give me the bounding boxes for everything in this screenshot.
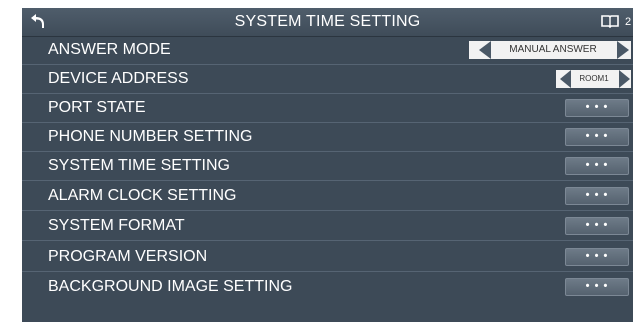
header-bar: SYSTEM TIME SETTING 2 bbox=[22, 8, 633, 37]
row-program-version[interactable]: PROGRAM VERSION • • • bbox=[22, 243, 633, 272]
row-alarm-clock-setting[interactable]: ALARM CLOCK SETTING • • • bbox=[22, 182, 633, 211]
row-label: PORT STATE bbox=[48, 99, 146, 116]
row-label: ANSWER MODE bbox=[48, 41, 171, 58]
row-device-address: DEVICE ADDRESS ROOM1 bbox=[22, 65, 633, 94]
device-address-selector: ROOM1 bbox=[556, 70, 631, 88]
row-label: DEVICE ADDRESS bbox=[48, 70, 189, 87]
page-title: SYSTEM TIME SETTING bbox=[234, 13, 421, 30]
row-label: BACKGROUND IMAGE SETTING bbox=[48, 278, 293, 295]
triangle-left-icon[interactable] bbox=[560, 70, 571, 88]
row-phone-number-setting[interactable]: PHONE NUMBER SETTING • • • bbox=[22, 123, 633, 152]
program-version-more-button[interactable]: • • • bbox=[565, 248, 629, 266]
row-label: SYSTEM FORMAT bbox=[48, 217, 185, 234]
page-indicator: 2 bbox=[625, 16, 632, 28]
row-label: PHONE NUMBER SETTING bbox=[48, 128, 253, 145]
row-label: PROGRAM VERSION bbox=[48, 248, 208, 265]
row-background-image-setting[interactable]: BACKGROUND IMAGE SETTING • • • bbox=[22, 273, 633, 302]
row-system-format[interactable]: SYSTEM FORMAT • • • bbox=[22, 212, 633, 241]
phone-number-more-button[interactable]: • • • bbox=[565, 128, 629, 146]
alarm-clock-more-button[interactable]: • • • bbox=[565, 187, 629, 205]
row-port-state[interactable]: PORT STATE • • • bbox=[22, 94, 633, 123]
system-format-more-button[interactable]: • • • bbox=[565, 217, 629, 235]
row-label: ALARM CLOCK SETTING bbox=[48, 187, 237, 204]
system-time-more-button[interactable]: • • • bbox=[565, 157, 629, 175]
triangle-left-icon[interactable] bbox=[479, 41, 491, 59]
port-state-more-button[interactable]: • • • bbox=[565, 99, 629, 117]
triangle-right-icon[interactable] bbox=[619, 70, 630, 88]
triangle-right-icon[interactable] bbox=[617, 41, 629, 59]
answer-mode-value: MANUAL ANSWER bbox=[509, 44, 597, 55]
row-label: SYSTEM TIME SETTING bbox=[48, 157, 230, 174]
background-image-more-button[interactable]: • • • bbox=[565, 278, 629, 296]
row-system-time-setting[interactable]: SYSTEM TIME SETTING • • • bbox=[22, 152, 633, 181]
book-icon[interactable] bbox=[601, 14, 619, 28]
row-answer-mode: ANSWER MODE MANUAL ANSWER bbox=[22, 36, 633, 65]
settings-panel: SYSTEM TIME SETTING 2 ANSWER MODE MANUAL… bbox=[22, 8, 633, 322]
answer-mode-selector: MANUAL ANSWER bbox=[469, 41, 631, 59]
device-address-value: ROOM1 bbox=[579, 74, 609, 83]
